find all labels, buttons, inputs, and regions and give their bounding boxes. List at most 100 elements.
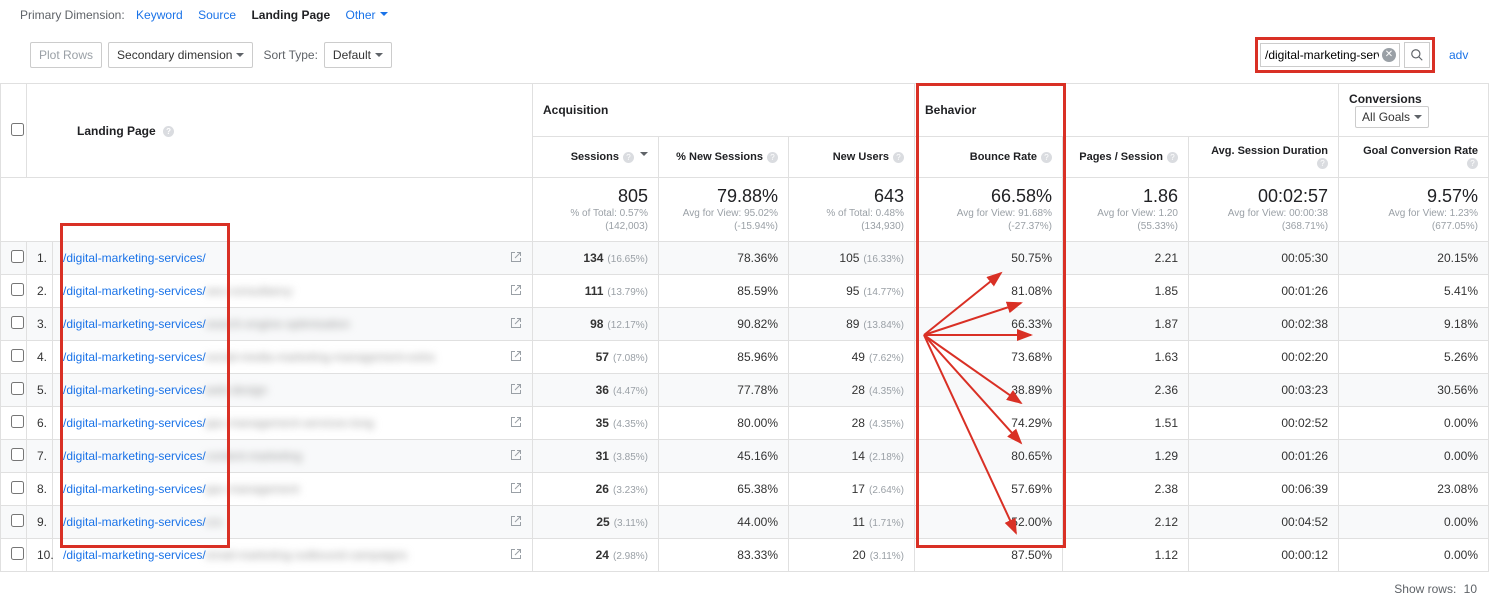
dim-other[interactable]: Other [345, 8, 387, 22]
help-icon[interactable]: ? [1317, 158, 1328, 169]
summary-duration: 00:02:57Avg for View: 00:00:38(368.71%) [1189, 178, 1339, 242]
help-icon[interactable]: ? [1041, 152, 1052, 163]
sort-type-button[interactable]: Default [324, 42, 392, 68]
goal-conv-cell: 30.56% [1339, 374, 1489, 407]
new-users-cell: 28(4.35%) [789, 407, 915, 440]
row-checkbox[interactable] [11, 547, 24, 560]
help-icon[interactable]: ? [1167, 152, 1178, 163]
row-number: 9. [27, 506, 53, 539]
dim-landing-page[interactable]: Landing Page [251, 8, 330, 22]
sort-type-value: Default [333, 48, 371, 62]
table-row: 6. /digital-marketing-services/ppc-manag… [1, 407, 1489, 440]
open-external-icon[interactable] [510, 284, 522, 299]
pct-new-cell: 90.82% [659, 308, 789, 341]
pct-new-cell: 78.36% [659, 242, 789, 275]
duration-cell: 00:01:26 [1189, 440, 1339, 473]
help-icon[interactable]: ? [1467, 158, 1478, 169]
landing-page-link[interactable]: /digital-marketing-services/ [63, 317, 206, 331]
landing-page-link[interactable]: /digital-marketing-services/ [63, 251, 206, 265]
open-external-icon[interactable] [510, 449, 522, 464]
col-landing-page[interactable]: Landing Page [77, 124, 156, 138]
open-external-icon[interactable] [510, 251, 522, 266]
plot-rows-button[interactable]: Plot Rows [30, 42, 102, 68]
open-external-icon[interactable] [510, 317, 522, 332]
help-icon[interactable]: ? [163, 126, 174, 137]
open-external-icon[interactable] [510, 416, 522, 431]
goal-conv-cell: 23.08% [1339, 473, 1489, 506]
col-new-users[interactable]: New Users? [789, 137, 915, 178]
goal-conv-cell: 5.26% [1339, 341, 1489, 374]
pages-session-cell: 2.36 [1063, 374, 1189, 407]
primary-dimension-label: Primary Dimension: [20, 8, 125, 22]
help-icon[interactable]: ? [893, 152, 904, 163]
secondary-dimension-button[interactable]: Secondary dimension [108, 42, 253, 68]
group-conversions-label: Conversions [1349, 92, 1422, 106]
duration-cell: 00:04:52 [1189, 506, 1339, 539]
help-icon[interactable]: ? [623, 152, 634, 163]
landing-page-link[interactable]: /digital-marketing-services/ [63, 350, 206, 364]
pct-new-cell: 80.00% [659, 407, 789, 440]
select-all-checkbox[interactable] [11, 123, 24, 136]
table-row: 10. /digital-marketing-services/email-ma… [1, 539, 1489, 572]
search-highlight-box: ✕ [1255, 37, 1435, 73]
advanced-link[interactable]: advanced [1449, 48, 1469, 62]
new-users-cell: 20(3.11%) [789, 539, 915, 572]
col-pages-session[interactable]: Pages / Session? [1063, 137, 1189, 178]
row-checkbox[interactable] [11, 349, 24, 362]
open-external-icon[interactable] [510, 548, 522, 563]
bounce-cell: 87.50% [915, 539, 1063, 572]
table-row: 3. /digital-marketing-services/search-en… [1, 308, 1489, 341]
duration-cell: 00:02:38 [1189, 308, 1339, 341]
dim-keyword[interactable]: Keyword [136, 8, 183, 22]
row-checkbox[interactable] [11, 283, 24, 296]
show-rows-value[interactable]: 10 [1464, 582, 1477, 596]
sessions-cell: 36(4.47%) [533, 374, 659, 407]
summary-pct-new: 79.88%Avg for View: 95.02%(-15.94%) [659, 178, 789, 242]
pagination-footer: Show rows: 10 [0, 572, 1489, 606]
sessions-cell: 134(16.65%) [533, 242, 659, 275]
bounce-cell: 66.33% [915, 308, 1063, 341]
dim-source[interactable]: Source [198, 8, 236, 22]
col-sessions[interactable]: Sessions? [533, 137, 659, 178]
col-avg-duration[interactable]: Avg. Session Duration? [1189, 137, 1339, 178]
landing-page-link[interactable]: /digital-marketing-services/ [63, 449, 206, 463]
open-external-icon[interactable] [510, 482, 522, 497]
conversions-goal-button[interactable]: All Goals [1355, 106, 1429, 128]
col-bounce-rate[interactable]: Bounce Rate? [915, 137, 1063, 178]
landing-page-link[interactable]: /digital-marketing-services/ [63, 416, 206, 430]
pages-session-cell: 2.38 [1063, 473, 1189, 506]
row-checkbox[interactable] [11, 481, 24, 494]
row-checkbox[interactable] [11, 250, 24, 263]
new-users-cell: 49(7.62%) [789, 341, 915, 374]
caret-down-icon [236, 53, 244, 61]
landing-page-link[interactable]: /digital-marketing-services/ [63, 482, 206, 496]
row-checkbox[interactable] [11, 382, 24, 395]
duration-cell: 00:02:52 [1189, 407, 1339, 440]
table-row: 4. /digital-marketing-services/social-me… [1, 341, 1489, 374]
open-external-icon[interactable] [510, 383, 522, 398]
col-goal-conv-rate[interactable]: Goal Conversion Rate? [1339, 137, 1489, 178]
clear-search-icon[interactable]: ✕ [1382, 48, 1396, 62]
row-checkbox[interactable] [11, 514, 24, 527]
sessions-cell: 25(3.11%) [533, 506, 659, 539]
row-number: 1. [27, 242, 53, 275]
open-external-icon[interactable] [510, 515, 522, 530]
row-checkbox[interactable] [11, 316, 24, 329]
landing-page-link[interactable]: /digital-marketing-services/ [63, 515, 206, 529]
row-number: 8. [27, 473, 53, 506]
open-external-icon[interactable] [510, 350, 522, 365]
landing-page-link[interactable]: /digital-marketing-services/ [63, 284, 206, 298]
landing-page-link[interactable]: /digital-marketing-services/ [63, 383, 206, 397]
search-input[interactable] [1260, 43, 1400, 67]
row-checkbox[interactable] [11, 448, 24, 461]
duration-cell: 00:06:39 [1189, 473, 1339, 506]
col-pct-new-sessions[interactable]: % New Sessions? [659, 137, 789, 178]
goal-conv-cell: 9.18% [1339, 308, 1489, 341]
help-icon[interactable]: ? [767, 152, 778, 163]
landing-page-link[interactable]: /digital-marketing-services/ [63, 548, 206, 562]
search-icon [1410, 48, 1424, 62]
row-number: 6. [27, 407, 53, 440]
search-button[interactable] [1404, 42, 1430, 68]
row-checkbox[interactable] [11, 415, 24, 428]
sessions-cell: 98(12.17%) [533, 308, 659, 341]
